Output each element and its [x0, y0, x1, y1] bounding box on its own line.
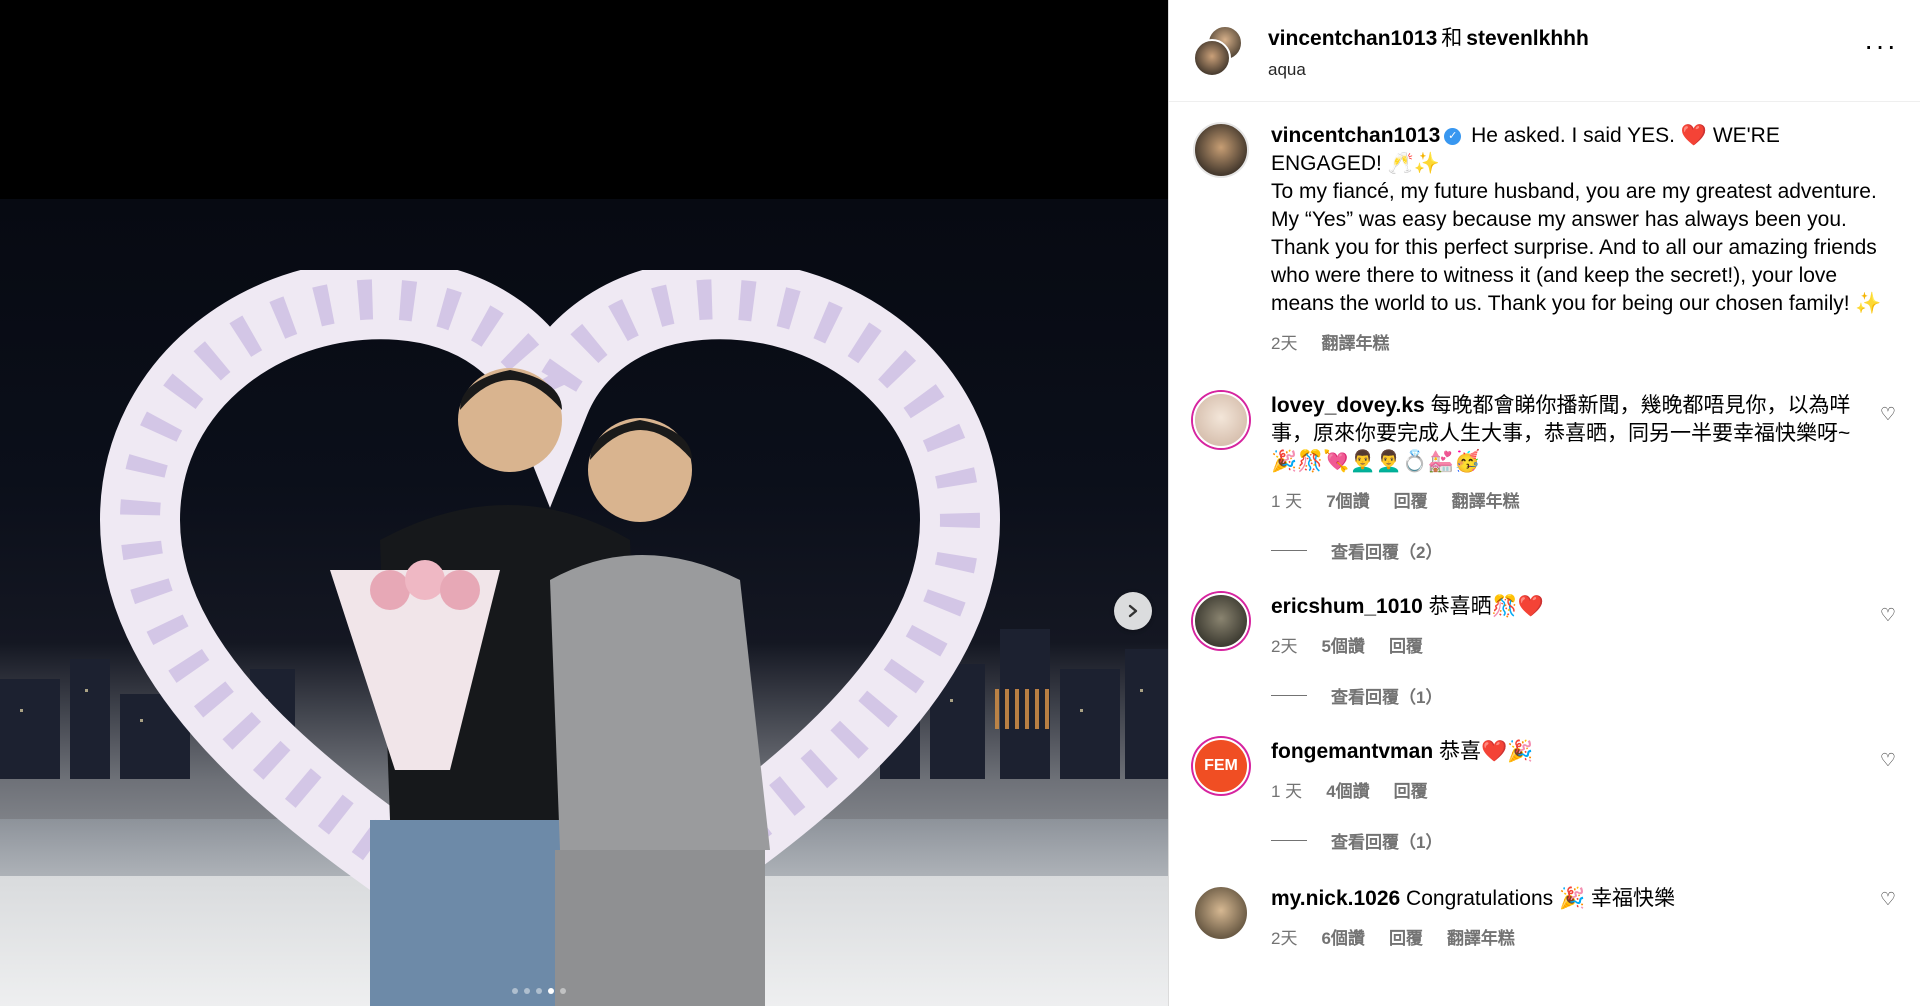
avatar[interactable] [1193, 38, 1231, 77]
timestamp: 2天 [1271, 929, 1298, 948]
divider-line [1271, 840, 1307, 841]
carousel-indicator [512, 988, 566, 994]
caption-meta: 2天 翻譯年糕 [1271, 330, 1891, 358]
likes-count[interactable]: 6個讚 [1321, 925, 1364, 953]
post-details-panel: vincentchan1013 和 stevenlkhhh aqua ··· vin… [1168, 0, 1920, 1006]
likes-count[interactable]: 4個讚 [1326, 778, 1369, 806]
instagram-post-view: vincentchan1013 和 stevenlkhhh aqua ··· vin… [0, 0, 1920, 1006]
author-username[interactable]: vincentchan1013 [1268, 27, 1437, 50]
timestamp: 2天 [1271, 334, 1298, 353]
carousel-dot [512, 988, 518, 994]
author-username[interactable]: stevenlkhhh [1466, 27, 1589, 50]
likes-count[interactable]: 5個讚 [1321, 633, 1364, 661]
avatar[interactable] [1193, 593, 1249, 649]
comment-text: 恭喜❤️🎉 [1439, 740, 1534, 763]
next-photo-button[interactable] [1114, 592, 1152, 630]
caption-username[interactable]: vincentchan1013 [1271, 124, 1440, 147]
post-header: vincentchan1013 和 stevenlkhhh aqua ··· [1169, 0, 1920, 102]
heart-outline-icon[interactable]: ♡ [1880, 605, 1896, 626]
post-authors: vincentchan1013 和 stevenlkhhh [1268, 22, 1589, 52]
reply-button[interactable]: 回覆 [1389, 925, 1423, 953]
translate-button[interactable]: 翻譯年糕 [1447, 925, 1515, 953]
comment-text: Congratulations 🎉 幸福快樂 [1406, 887, 1675, 910]
view-replies-label: 查看回覆（1） [1331, 833, 1443, 852]
avatar[interactable]: FEM [1193, 738, 1249, 794]
divider-line [1271, 695, 1307, 696]
heart-outline-icon[interactable]: ♡ [1880, 404, 1896, 425]
avatar-logo-text: FEM [1204, 757, 1238, 774]
avatar[interactable] [1193, 392, 1249, 448]
view-replies-button[interactable]: 查看回覆（1） [1271, 683, 1920, 708]
heart-outline-icon[interactable]: ♡ [1880, 750, 1896, 771]
post-media[interactable] [0, 0, 1168, 1006]
caption-text: vincentchan1013 ✓ He asked. I said YES. ❤… [1271, 122, 1891, 178]
collab-avatars[interactable] [1193, 24, 1245, 77]
comment: my.nick.1026 Congratulations 🎉 幸福快樂 2天 6… [1169, 885, 1920, 953]
comment-meta: 1 天 4個讚 回覆 [1271, 778, 1851, 806]
divider-line [1271, 550, 1307, 551]
post-caption: vincentchan1013 ✓ He asked. I said YES. ❤… [1169, 102, 1920, 358]
view-replies-label: 查看回覆（2） [1331, 543, 1443, 562]
translate-button[interactable]: 翻譯年糕 [1321, 330, 1389, 358]
reply-button[interactable]: 回覆 [1394, 488, 1428, 516]
view-replies-button[interactable]: 查看回覆（2） [1271, 538, 1920, 563]
comment: lovey_dovey.ks 每晚都會睇你播新聞，幾晚都唔見你，以為咩事，原來你… [1169, 392, 1920, 516]
comment-meta: 2天 5個讚 回覆 [1271, 633, 1851, 661]
comment: ericshum_1010 恭喜晒🎊❤️ 2天 5個讚 回覆 ♡ [1169, 593, 1920, 661]
comment-username[interactable]: my.nick.1026 [1271, 887, 1400, 910]
comment-meta: 1 天 7個讚 回覆 翻譯年糕 [1271, 488, 1851, 516]
avatar[interactable] [1193, 122, 1249, 178]
timestamp: 1 天 [1271, 492, 1303, 511]
comment-username[interactable]: ericshum_1010 [1271, 595, 1423, 618]
carousel-dot [524, 988, 530, 994]
carousel-dot [536, 988, 542, 994]
heart-outline-icon[interactable]: ♡ [1880, 889, 1896, 910]
likes-count[interactable]: 7個讚 [1326, 488, 1369, 516]
couple-figures [330, 368, 770, 1006]
chevron-right-icon [1128, 604, 1138, 618]
reply-button[interactable]: 回覆 [1394, 778, 1428, 806]
translate-button[interactable]: 翻譯年糕 [1452, 488, 1520, 516]
view-replies-label: 查看回覆（1） [1331, 688, 1443, 707]
avatar[interactable] [1193, 885, 1249, 941]
joiner-text: 和 [1441, 26, 1463, 50]
reply-button[interactable]: 回覆 [1389, 633, 1423, 661]
comment: FEM fongemantvman 恭喜❤️🎉 1 天 4個讚 回覆 ♡ [1169, 738, 1920, 806]
comment-username[interactable]: lovey_dovey.ks [1271, 394, 1425, 417]
more-options-icon[interactable]: ··· [1864, 32, 1898, 60]
carousel-dot [560, 988, 566, 994]
view-replies-button[interactable]: 查看回覆（1） [1271, 828, 1920, 853]
comment-text: 恭喜晒🎊❤️ [1428, 595, 1544, 618]
audio-label[interactable]: aqua [1268, 60, 1589, 80]
carousel-dot-active [548, 988, 554, 994]
comment-username[interactable]: fongemantvman [1271, 740, 1433, 763]
caption-line-2: To my fiancé, my future husband, you are… [1271, 180, 1882, 315]
timestamp: 2天 [1271, 637, 1298, 656]
verified-badge-icon: ✓ [1444, 127, 1462, 145]
comment-meta: 2天 6個讚 回覆 翻譯年糕 [1271, 925, 1851, 953]
timestamp: 1 天 [1271, 782, 1303, 801]
